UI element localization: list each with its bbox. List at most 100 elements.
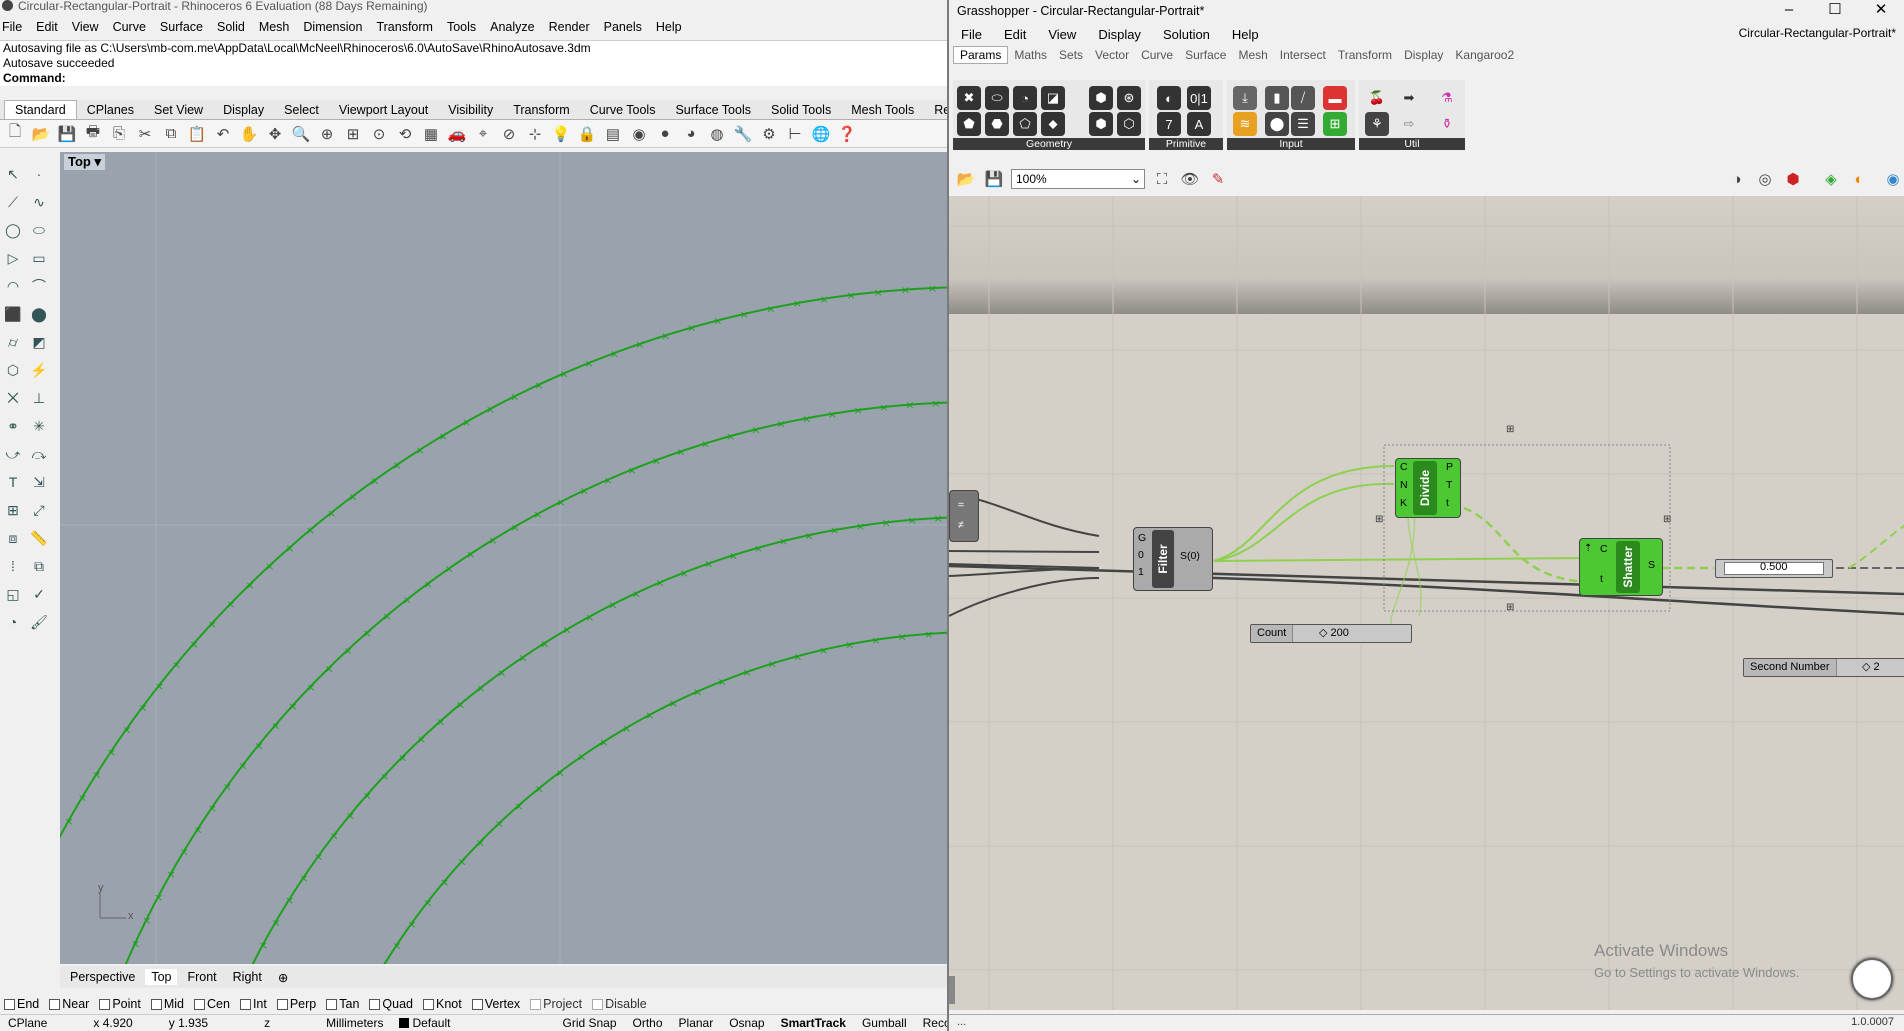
tab-solid-tools[interactable]: Solid Tools bbox=[761, 101, 841, 119]
status-layer[interactable]: Default bbox=[391, 1016, 458, 1030]
gh-menu-file[interactable]: File bbox=[961, 27, 982, 42]
menu-mesh[interactable]: Mesh bbox=[259, 20, 290, 34]
util-arrow-icon[interactable]: ➡ bbox=[1397, 86, 1421, 110]
point-icon[interactable]: · bbox=[28, 163, 50, 185]
menu-edit[interactable]: Edit bbox=[36, 20, 58, 34]
tab-front[interactable]: Front bbox=[181, 969, 222, 985]
join-icon[interactable]: ⤻ bbox=[2, 443, 24, 465]
tab-perspective[interactable]: Perspective bbox=[64, 969, 141, 985]
osnap-end[interactable]: End bbox=[4, 997, 39, 1011]
input-palette-icon[interactable]: ⊞ bbox=[1323, 112, 1347, 136]
edit-points-icon[interactable]: ⤢ bbox=[28, 499, 50, 521]
preview-wire-icon[interactable]: ◎ bbox=[1754, 168, 1776, 190]
param-line-icon[interactable]: ⬠ bbox=[1013, 112, 1037, 136]
curve-icon[interactable]: ∿ bbox=[28, 191, 50, 213]
preview-shaded-icon[interactable]: ⬢ bbox=[1782, 168, 1804, 190]
menu-transform[interactable]: Transform bbox=[376, 20, 433, 34]
arc-icon[interactable]: ◠ bbox=[2, 275, 24, 297]
zoom-icon[interactable]: 🔍 bbox=[290, 123, 312, 145]
lock-icon[interactable]: 🔒 bbox=[576, 123, 598, 145]
gh-tab-vector[interactable]: Vector bbox=[1089, 47, 1135, 63]
close-icon[interactable]: ✕ bbox=[1858, 0, 1904, 22]
input-panel-icon[interactable]: ▮ bbox=[1265, 86, 1289, 110]
gh-tab-params[interactable]: Params bbox=[953, 46, 1009, 64]
util-relay-icon[interactable]: ⇨ bbox=[1397, 112, 1421, 136]
minimize-icon[interactable]: – bbox=[1766, 0, 1812, 22]
osnap-near[interactable]: Near bbox=[49, 997, 89, 1011]
boolean-icon[interactable]: ⚭ bbox=[2, 415, 24, 437]
command-prompt[interactable]: Command: bbox=[3, 71, 947, 86]
filter-input-0[interactable]: 0 bbox=[1138, 549, 1144, 561]
menu-panels[interactable]: Panels bbox=[604, 20, 642, 34]
render-icon[interactable]: ◱ bbox=[2, 583, 24, 605]
cut-icon[interactable]: ✂ bbox=[134, 123, 156, 145]
gh-tab-mesh[interactable]: Mesh bbox=[1232, 47, 1273, 63]
resize-handle-icon[interactable]: ⊞ bbox=[1506, 424, 1514, 435]
osnap-project[interactable]: Project bbox=[530, 997, 582, 1011]
gh-open-icon[interactable]: 📂 bbox=[955, 168, 977, 190]
input-gradient-icon[interactable]: ▬ bbox=[1323, 86, 1347, 110]
array-icon[interactable]: ⊞ bbox=[2, 499, 24, 521]
param-boolean-icon[interactable]: 0|1 bbox=[1187, 86, 1211, 110]
gh-canvas[interactable]: = ≠ G 0 1 Filter S(0) C N K Divide P T t bbox=[949, 196, 1904, 1010]
rendered-icon[interactable]: ◕ bbox=[680, 123, 702, 145]
gh-tab-display[interactable]: Display bbox=[1398, 47, 1449, 63]
gh-tab-kangaroo2[interactable]: Kangaroo2 bbox=[1449, 47, 1520, 63]
tab-set-view[interactable]: Set View bbox=[144, 101, 213, 119]
zoom-extents-icon[interactable]: ⊞ bbox=[342, 123, 364, 145]
osnap-mid[interactable]: Mid bbox=[150, 997, 184, 1011]
divide-output-p[interactable]: P bbox=[1446, 461, 1453, 473]
import-icon[interactable]: ⎘ bbox=[108, 123, 130, 145]
status-cplane[interactable]: CPlane bbox=[0, 1016, 55, 1030]
document-preview-icon[interactable]: ◉ bbox=[1882, 168, 1904, 190]
top-viewport[interactable]: × × × × × × × × × × × × × × × × × × × × × × × × × × × × × × × × × × × × × × × ×… bbox=[60, 152, 947, 964]
input-download-icon[interactable]: ⤓ bbox=[1233, 86, 1257, 110]
sketch-pen-icon[interactable]: ✎ bbox=[1207, 168, 1229, 190]
resize-handle-icon[interactable]: ⊞ bbox=[1506, 602, 1514, 613]
move-icon[interactable]: ⧈ bbox=[2, 527, 24, 549]
fillet-icon[interactable]: ⌒ bbox=[28, 275, 50, 297]
snap-icon[interactable]: ⊹ bbox=[524, 123, 546, 145]
tab-mesh-tools[interactable]: Mesh Tools bbox=[841, 101, 924, 119]
osnap-point[interactable]: Point bbox=[99, 997, 141, 1011]
open-icon[interactable]: 📂 bbox=[30, 123, 52, 145]
rotate-view-icon[interactable]: ✥ bbox=[264, 123, 286, 145]
count-slider[interactable]: Count ◇ 200 bbox=[1250, 624, 1412, 643]
save-icon[interactable]: 💾 bbox=[56, 123, 78, 145]
util-flask-icon[interactable]: ⚱ bbox=[1435, 112, 1459, 136]
text-icon[interactable]: T bbox=[2, 471, 24, 493]
canvas-scroll-handle[interactable] bbox=[949, 976, 955, 1004]
param-surface-icon[interactable]: ◪ bbox=[1041, 86, 1065, 110]
tab-visibility[interactable]: Visibility bbox=[438, 101, 503, 119]
preview-eye-icon[interactable]: 👁 bbox=[1179, 168, 1201, 190]
add-viewport-icon[interactable]: ⊕ bbox=[272, 969, 294, 986]
options-icon[interactable]: ⚙ bbox=[758, 123, 780, 145]
gh-menu-edit[interactable]: Edit bbox=[1004, 27, 1026, 42]
circle-icon[interactable]: ◯ bbox=[2, 219, 24, 241]
gh-tab-transform[interactable]: Transform bbox=[1332, 47, 1398, 63]
dimension-tool-icon[interactable]: ⇲ bbox=[28, 471, 50, 493]
osnap-disable[interactable]: Disable bbox=[592, 997, 647, 1011]
menu-render[interactable]: Render bbox=[549, 20, 590, 34]
paint-icon[interactable]: 🖌 bbox=[28, 611, 50, 633]
param-geometry-icon[interactable]: ✖ bbox=[957, 86, 981, 110]
divide-input-k[interactable]: K bbox=[1400, 497, 1407, 509]
osnap-knot[interactable]: Knot bbox=[423, 997, 462, 1011]
color-wheel-icon[interactable]: ◉ bbox=[628, 123, 650, 145]
print-icon[interactable]: 🖶 bbox=[82, 123, 104, 145]
param-box-icon[interactable]: ⬢ bbox=[1089, 112, 1113, 136]
grid-icon[interactable]: ⊘ bbox=[498, 123, 520, 145]
param-plane-icon[interactable]: ⬣ bbox=[985, 112, 1009, 136]
shatter-input-c[interactable]: C bbox=[1600, 543, 1608, 555]
tab-transform[interactable]: Transform bbox=[503, 101, 580, 119]
number-slider[interactable]: 0.500 bbox=[1715, 559, 1833, 578]
param-group-icon[interactable]: ⬡ bbox=[1117, 112, 1141, 136]
preview-off-icon[interactable]: ◑ bbox=[1726, 168, 1748, 190]
osnap-tan[interactable]: Tan bbox=[326, 997, 359, 1011]
param-vector-icon[interactable]: ⬥ bbox=[1041, 112, 1065, 136]
lightning-icon[interactable]: ⚡ bbox=[28, 359, 50, 381]
globe-icon[interactable]: 🌐 bbox=[810, 123, 832, 145]
gh-menu-display[interactable]: Display bbox=[1098, 27, 1141, 42]
box-icon[interactable]: ⬛ bbox=[2, 303, 24, 325]
menu-dimension[interactable]: Dimension bbox=[303, 20, 362, 34]
